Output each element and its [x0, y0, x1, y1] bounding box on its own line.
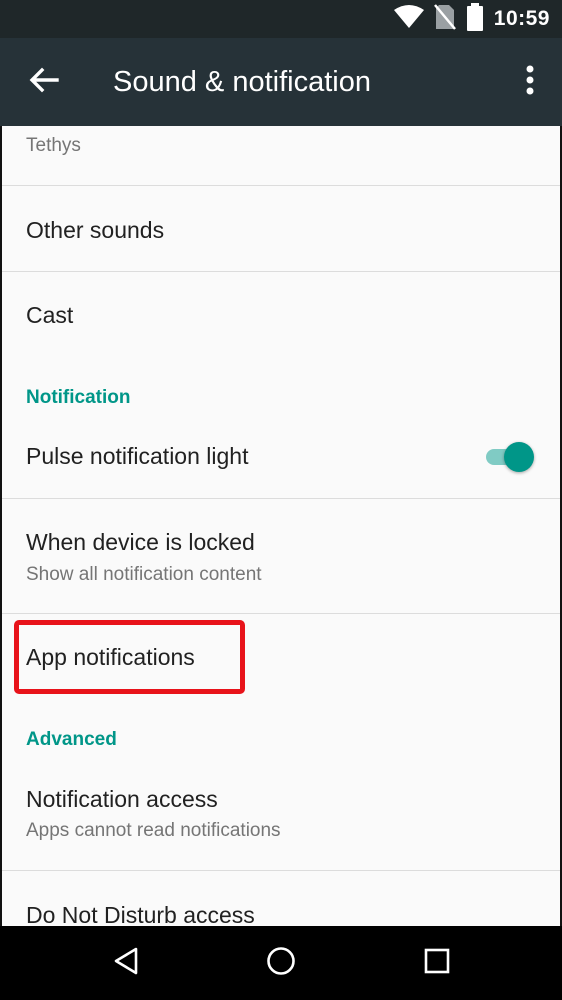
other-sounds-title: Other sounds — [26, 217, 165, 243]
page-title: Sound & notification — [113, 66, 371, 98]
app-notifications-item[interactable]: App notifications — [2, 614, 560, 700]
notification-access-title: Notification access — [26, 786, 218, 812]
notification-access-summary: Apps cannot read notifications — [26, 820, 281, 841]
navigation-bar — [0, 926, 562, 1000]
device-locked-item[interactable]: When device is locked Show all notificat… — [2, 499, 560, 613]
more-vert-icon — [526, 65, 534, 100]
overflow-menu-button[interactable] — [510, 60, 550, 104]
device-locked-summary: Show all notification content — [26, 564, 262, 585]
nav-home-button[interactable] — [241, 926, 321, 1000]
notification-access-item[interactable]: Notification access Apps cannot read not… — [2, 758, 560, 870]
list-item-partial[interactable]: Tethys — [2, 126, 560, 186]
pulse-light-toggle[interactable] — [484, 440, 536, 474]
nav-back-button[interactable] — [86, 926, 166, 1000]
settings-list[interactable]: Tethys Other sounds Cast Notification Pu… — [0, 126, 562, 926]
device-locked-title: When device is locked — [26, 529, 255, 555]
app-bar: Sound & notification — [0, 38, 562, 126]
cast-title: Cast — [26, 302, 74, 328]
triangle-back-icon — [112, 946, 140, 981]
status-bar: 10:59 — [0, 0, 562, 38]
pulse-light-item[interactable]: Pulse notification light — [2, 418, 560, 498]
status-icons: 10:59 — [393, 0, 550, 38]
toggle-thumb — [504, 442, 534, 472]
nav-recents-button[interactable] — [397, 926, 477, 1000]
circle-home-icon — [265, 945, 297, 982]
other-sounds-item[interactable]: Other sounds — [2, 186, 560, 272]
cast-item[interactable]: Cast — [2, 272, 560, 358]
no-sim-icon — [433, 3, 456, 35]
pulse-light-title: Pulse notification light — [26, 443, 249, 469]
square-recents-icon — [423, 947, 451, 980]
dnd-access-item[interactable]: Do Not Disturb access — [2, 871, 560, 926]
dnd-access-title: Do Not Disturb access — [26, 902, 255, 926]
status-clock: 10:59 — [493, 7, 550, 30]
battery-icon — [466, 2, 484, 36]
ringtone-summary: Tethys — [26, 135, 81, 156]
arrow-back-icon — [29, 67, 59, 98]
section-header-advanced: Advanced — [26, 729, 117, 750]
section-header-notification: Notification — [26, 387, 131, 408]
app-notifications-title: App notifications — [26, 644, 195, 670]
wifi-icon — [393, 4, 424, 34]
back-button[interactable] — [18, 58, 70, 106]
